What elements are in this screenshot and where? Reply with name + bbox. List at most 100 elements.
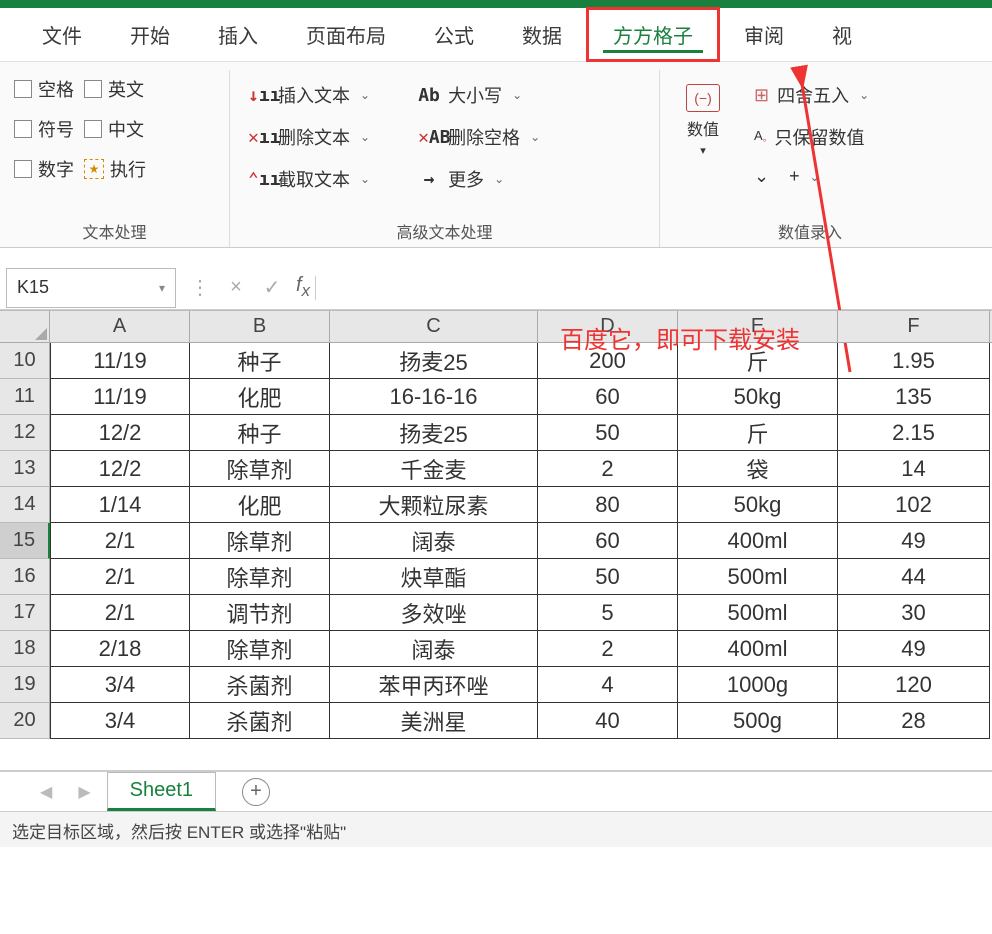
cell[interactable]: 除草剂 xyxy=(190,631,330,667)
add-sheet-button[interactable]: + xyxy=(242,778,270,806)
empty-row-area[interactable] xyxy=(0,739,992,771)
cell[interactable]: 12/2 xyxy=(50,451,190,487)
cell[interactable]: 3/4 xyxy=(50,703,190,739)
name-box[interactable]: K15 ▾ xyxy=(6,268,176,308)
sheet-nav-prev[interactable]: ◀ xyxy=(30,782,62,802)
cell[interactable]: 大颗粒尿素 xyxy=(330,487,538,523)
cell[interactable]: 102 xyxy=(838,487,990,523)
keep-numeric-button[interactable]: A◦ 只保留数值 xyxy=(750,122,873,152)
ribbon-btn-删除空格[interactable]: ✕AB删除空格⌄ xyxy=(414,122,544,152)
cell[interactable]: 500g xyxy=(678,703,838,739)
ribbon-btn-截取文本[interactable]: ⌃ıı截取文本⌄ xyxy=(244,164,374,194)
select-all-corner[interactable] xyxy=(0,311,50,342)
cell[interactable]: 2/1 xyxy=(50,523,190,559)
cell[interactable]: 1/14 xyxy=(50,487,190,523)
row-header[interactable]: 16 xyxy=(0,559,50,595)
cell[interactable]: 除草剂 xyxy=(190,523,330,559)
cell[interactable]: 50 xyxy=(538,559,678,595)
cell[interactable]: 50kg xyxy=(678,487,838,523)
tab-视[interactable]: 视 xyxy=(808,10,876,59)
cell[interactable]: 60 xyxy=(538,379,678,415)
fx-icon[interactable]: fx xyxy=(290,274,310,301)
cell[interactable]: 斤 xyxy=(678,415,838,451)
cell[interactable]: 49 xyxy=(838,631,990,667)
numeric-button[interactable]: (−) 数值 ▾ xyxy=(674,80,732,161)
cell[interactable]: 1000g xyxy=(678,667,838,703)
row-header[interactable]: 13 xyxy=(0,451,50,487)
cell[interactable]: 5 xyxy=(538,595,678,631)
cell[interactable]: 80 xyxy=(538,487,678,523)
cell[interactable]: 50kg xyxy=(678,379,838,415)
cell[interactable]: 50 xyxy=(538,415,678,451)
cell[interactable]: 种子 xyxy=(190,415,330,451)
formula-input[interactable] xyxy=(321,268,992,308)
cell[interactable]: 60 xyxy=(538,523,678,559)
cell[interactable]: 2 xyxy=(538,631,678,667)
row-header[interactable]: 11 xyxy=(0,379,50,415)
tab-文件[interactable]: 文件 xyxy=(18,10,106,59)
cell[interactable]: 3/4 xyxy=(50,667,190,703)
cell[interactable]: 化肥 xyxy=(190,487,330,523)
cell[interactable]: 14 xyxy=(838,451,990,487)
row-header[interactable]: 10 xyxy=(0,343,50,379)
checkbox-执行[interactable]: 执行 xyxy=(84,156,146,182)
cell[interactable]: 千金麦 xyxy=(330,451,538,487)
checkbox-英文[interactable]: 英文 xyxy=(84,76,144,102)
cell[interactable]: 调节剂 xyxy=(190,595,330,631)
cell[interactable]: 炔草酯 xyxy=(330,559,538,595)
cell[interactable]: 500ml xyxy=(678,595,838,631)
cell[interactable]: 11/19 xyxy=(50,343,190,379)
cell[interactable]: 种子 xyxy=(190,343,330,379)
tab-插入[interactable]: 插入 xyxy=(194,10,282,59)
sheet-nav-next[interactable]: ▶ xyxy=(68,782,100,802)
row-header[interactable]: 17 xyxy=(0,595,50,631)
cancel-icon[interactable]: × xyxy=(218,276,254,299)
cell[interactable]: 袋 xyxy=(678,451,838,487)
tab-公式[interactable]: 公式 xyxy=(410,10,498,59)
cell[interactable]: 阔泰 xyxy=(330,523,538,559)
checkbox-符号[interactable]: 符号 xyxy=(14,116,74,142)
round-button[interactable]: ⊞ 四舍五入 ⌄ xyxy=(750,80,873,110)
row-header[interactable]: 19 xyxy=(0,667,50,703)
cell[interactable]: 400ml xyxy=(678,631,838,667)
cell[interactable]: 1.95 xyxy=(838,343,990,379)
ribbon-btn-插入文本[interactable]: ↓ıı插入文本⌄ xyxy=(244,80,374,110)
tab-方方格子[interactable]: 方方格子 xyxy=(586,7,720,62)
checkbox-数字[interactable]: 数字 xyxy=(14,156,74,182)
cell[interactable]: 杀菌剂 xyxy=(190,703,330,739)
tab-数据[interactable]: 数据 xyxy=(498,10,586,59)
more-small-button[interactable]: ⌄ + ⌄ xyxy=(750,164,873,189)
cell[interactable]: 500ml xyxy=(678,559,838,595)
col-header-A[interactable]: A xyxy=(50,311,190,342)
row-header[interactable]: 15 xyxy=(0,523,50,559)
cell[interactable]: 2.15 xyxy=(838,415,990,451)
cell[interactable]: 杀菌剂 xyxy=(190,667,330,703)
cell[interactable]: 40 xyxy=(538,703,678,739)
cell[interactable]: 28 xyxy=(838,703,990,739)
ribbon-btn-大小写[interactable]: Ab大小写⌄ xyxy=(414,80,544,110)
ribbon-btn-更多[interactable]: →更多⌄ xyxy=(414,164,544,194)
cell[interactable]: 2/1 xyxy=(50,559,190,595)
checkbox-空格[interactable]: 空格 xyxy=(14,76,74,102)
cell[interactable]: 12/2 xyxy=(50,415,190,451)
cell[interactable]: 美洲星 xyxy=(330,703,538,739)
row-header[interactable]: 20 xyxy=(0,703,50,739)
cell[interactable]: 400ml xyxy=(678,523,838,559)
cell[interactable]: 30 xyxy=(838,595,990,631)
cell[interactable]: 除草剂 xyxy=(190,451,330,487)
checkbox-中文[interactable]: 中文 xyxy=(84,116,144,142)
row-header[interactable]: 12 xyxy=(0,415,50,451)
cell[interactable]: 2 xyxy=(538,451,678,487)
cell[interactable]: 11/19 xyxy=(50,379,190,415)
tab-页面布局[interactable]: 页面布局 xyxy=(282,10,410,59)
sheet-tab[interactable]: Sheet1 xyxy=(107,772,216,811)
cell[interactable]: 扬麦25 xyxy=(330,343,538,379)
accept-icon[interactable]: ✓ xyxy=(254,275,290,300)
cell[interactable]: 120 xyxy=(838,667,990,703)
tab-审阅[interactable]: 审阅 xyxy=(720,10,808,59)
cell[interactable]: 135 xyxy=(838,379,990,415)
cell[interactable]: 扬麦25 xyxy=(330,415,538,451)
tab-开始[interactable]: 开始 xyxy=(106,10,194,59)
cell[interactable]: 2/1 xyxy=(50,595,190,631)
cell[interactable]: 阔泰 xyxy=(330,631,538,667)
